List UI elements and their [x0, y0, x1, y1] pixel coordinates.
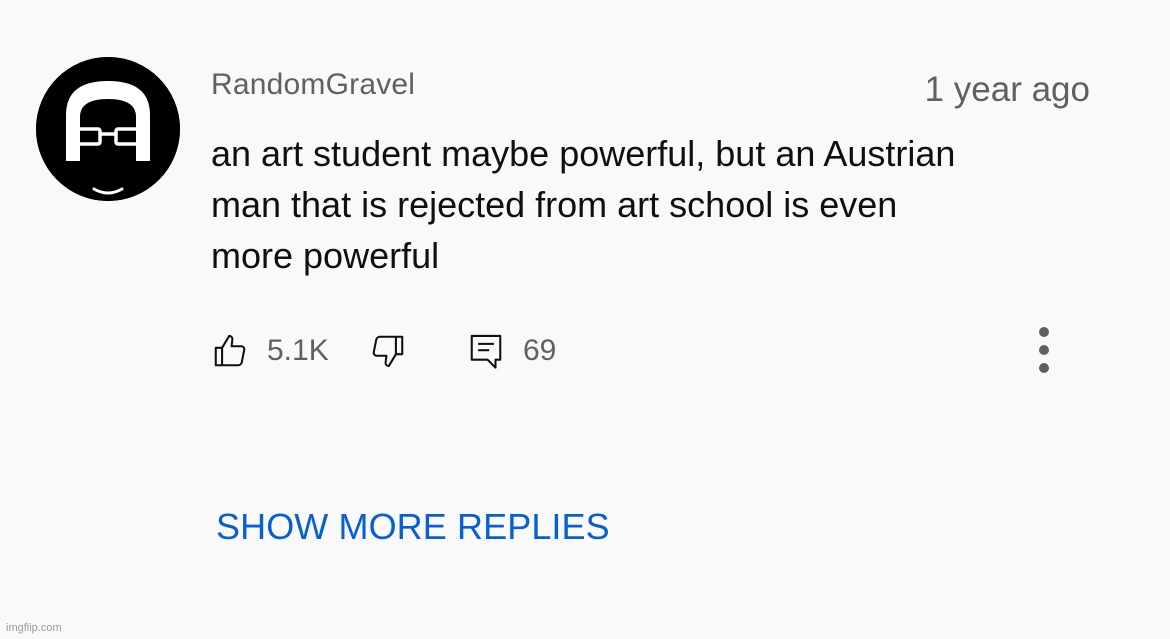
comment-action-bar: 5.1K 69 — [211, 329, 1071, 373]
reply-comment-icon — [470, 334, 502, 369]
reply-button[interactable]: 69 — [467, 329, 556, 373]
comment-text: an art student maybe powerful, but an Au… — [211, 128, 1111, 281]
reply-count: 69 — [523, 334, 557, 367]
comment-text-line: man that is rejected from art school is … — [211, 184, 898, 225]
more-options-button[interactable] — [1024, 324, 1064, 380]
dislike-button[interactable] — [369, 329, 407, 373]
comment-timestamp: 1 year ago — [924, 70, 1090, 109]
user-avatar[interactable] — [36, 57, 180, 201]
watermark: imgflip.com — [6, 622, 62, 634]
comment-text-line: more powerful — [211, 235, 440, 276]
avatar-bald-glasses-icon — [36, 57, 180, 201]
show-more-replies-button[interactable]: SHOW MORE REPLIES — [216, 506, 610, 548]
comment-author[interactable]: RandomGravel — [211, 68, 415, 102]
comment-text-line: an art student maybe powerful, but an Au… — [211, 133, 956, 174]
thumbs-down-icon — [372, 335, 404, 368]
like-button[interactable]: 5.1K — [211, 329, 329, 373]
like-count: 5.1K — [267, 334, 329, 367]
thumbs-up-icon — [214, 334, 246, 367]
vertical-ellipsis-icon — [1039, 327, 1049, 373]
